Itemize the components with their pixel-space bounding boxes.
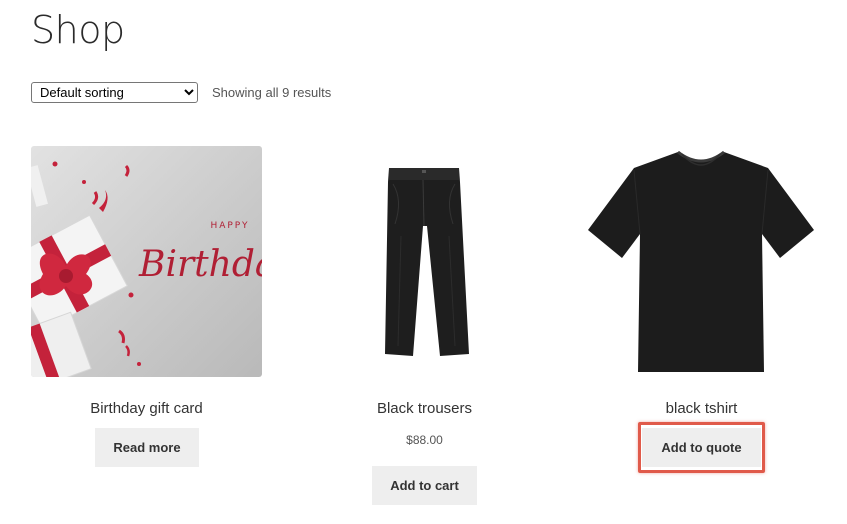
product-price: $88.00: [406, 433, 443, 447]
birthday-card-image: HAPPY Birthday: [31, 146, 262, 377]
add-to-cart-button[interactable]: Add to cart: [372, 466, 477, 505]
product-image-black-tshirt[interactable]: [586, 146, 817, 377]
sort-select[interactable]: Default sorting: [31, 82, 198, 103]
product-title[interactable]: Black trousers: [309, 399, 540, 419]
black-trousers-image: [309, 146, 540, 377]
black-tshirt-image: [586, 146, 817, 377]
product-image-black-trousers[interactable]: [309, 146, 540, 377]
image-text-happy: HAPPY: [210, 221, 249, 231]
product-title[interactable]: Birthday gift card: [31, 399, 262, 419]
product-image-birthday-gift-card[interactable]: HAPPY Birthday: [31, 146, 262, 377]
page-title: Shop: [31, 8, 125, 52]
read-more-button[interactable]: Read more: [95, 428, 199, 467]
product-title[interactable]: black tshirt: [586, 399, 817, 419]
result-count: Showing all 9 results: [212, 85, 332, 100]
add-to-quote-button[interactable]: Add to quote: [642, 428, 761, 467]
image-text-birthday: Birthday: [138, 244, 262, 285]
